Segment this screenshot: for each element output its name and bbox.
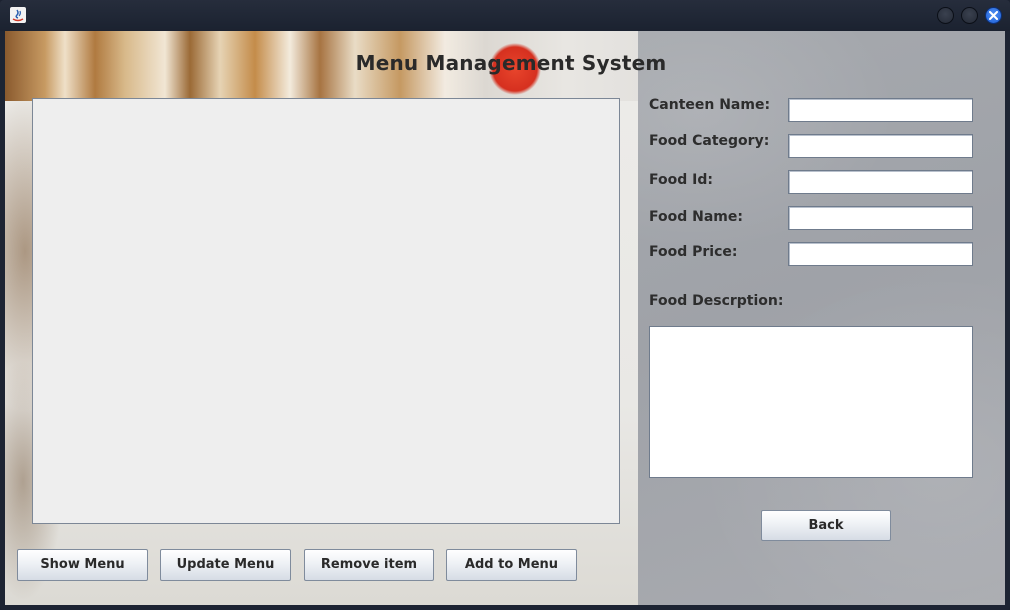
food-category-label: Food Category: [649,133,770,149]
food-description-textarea[interactable] [649,326,973,478]
food-id-label: Food Id: [649,172,713,188]
update-menu-button[interactable]: Update Menu [160,549,291,581]
page-title: Menu Management System [355,51,667,75]
canteen-name-field[interactable] [788,98,973,122]
food-name-label: Food Name: [649,209,743,225]
app-window: Menu Management System Show Menu Update … [0,0,1010,610]
add-to-menu-button[interactable]: Add to Menu [446,549,577,581]
food-category-field[interactable] [788,134,973,158]
content-pane: Menu Management System Show Menu Update … [5,31,1005,605]
menu-table[interactable] [32,98,620,524]
canteen-name-label: Canteen Name: [649,97,771,113]
close-button[interactable] [985,7,1002,24]
minimize-button[interactable] [937,7,954,24]
food-price-field[interactable] [788,242,973,266]
show-menu-button[interactable]: Show Menu [17,549,148,581]
close-icon [989,11,998,20]
food-id-field[interactable] [788,170,973,194]
remove-item-button[interactable]: Remove item [304,549,434,581]
food-price-label: Food Price: [649,244,738,260]
maximize-button[interactable] [961,7,978,24]
title-bar[interactable] [0,0,1010,31]
java-app-icon [10,7,26,23]
back-button[interactable]: Back [761,510,891,541]
food-name-field[interactable] [788,206,973,230]
food-description-label: Food Descrption: [649,293,784,309]
